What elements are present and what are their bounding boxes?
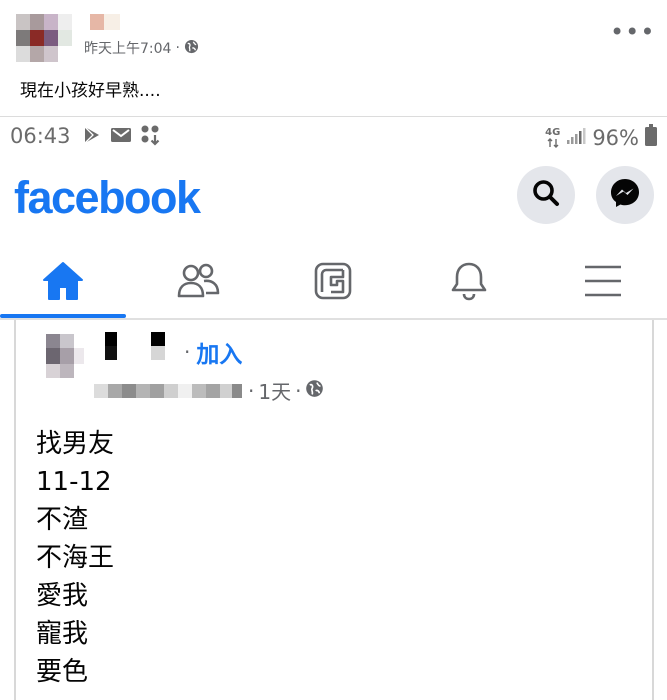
- active-tab-indicator: [0, 314, 126, 318]
- globe-icon: [184, 39, 199, 58]
- network-type: 4G: [545, 127, 560, 148]
- post-line: 要色: [36, 657, 89, 687]
- post-line: 愛我: [36, 581, 89, 611]
- post-text: 現在小孩好早熟....: [20, 81, 161, 101]
- meta-separator: ·: [248, 378, 255, 403]
- post-line: 11-12: [36, 467, 112, 497]
- post-line: 不海王: [36, 543, 115, 573]
- post-line: 寵我: [36, 619, 89, 649]
- post-line: 找男友: [36, 429, 115, 459]
- ellipsis-icon[interactable]: •••: [610, 20, 655, 44]
- post-meta: · 1天 ·: [94, 376, 324, 405]
- globe-icon: [305, 379, 324, 403]
- avatar[interactable]: [16, 14, 76, 62]
- meta-separator: ·: [184, 340, 191, 364]
- screenshot-top-border: [0, 116, 667, 117]
- tab-watch[interactable]: [270, 250, 396, 316]
- play-store-icon: [82, 125, 102, 149]
- post-body: 找男友 11-12 不渣 不海王 愛我 寵我 要色: [36, 425, 114, 691]
- meta-separator: ·: [295, 378, 302, 403]
- status-time: 06:43: [10, 124, 71, 148]
- messenger-icon: [609, 177, 641, 213]
- post-meta: 昨天上午7:04 ·: [84, 38, 199, 58]
- tab-menu[interactable]: [540, 250, 666, 316]
- hamburger-icon: [583, 264, 623, 302]
- signal-icon: [566, 126, 586, 150]
- post-time[interactable]: 1天: [258, 376, 291, 405]
- tab-home[interactable]: [0, 250, 126, 316]
- gmail-icon: [110, 126, 132, 148]
- facebook-logo[interactable]: facebook: [14, 172, 201, 224]
- messenger-button[interactable]: [596, 166, 654, 224]
- bell-icon: [449, 260, 489, 306]
- search-icon: [531, 178, 561, 212]
- meta-separator: ·: [175, 40, 180, 56]
- post-time[interactable]: 昨天上午7:04: [84, 38, 171, 58]
- tab-friends[interactable]: [136, 250, 262, 316]
- post-line: 不渣: [36, 505, 89, 535]
- apps-download-icon: [140, 124, 162, 150]
- status-notification-icons: [82, 124, 162, 150]
- group-name-blurred[interactable]: [94, 383, 244, 398]
- battery-percent: 96%: [592, 125, 639, 150]
- join-button[interactable]: 加入: [196, 335, 242, 369]
- avatar[interactable]: [46, 334, 86, 378]
- tab-notifications[interactable]: [406, 250, 532, 316]
- status-right: 4G 96%: [545, 124, 657, 151]
- search-button[interactable]: [517, 166, 575, 224]
- main-nav: [0, 250, 667, 320]
- join-group[interactable]: · 加入: [184, 335, 242, 369]
- friends-icon: [176, 261, 222, 305]
- author-name-blurred[interactable]: [90, 14, 122, 30]
- home-icon: [41, 260, 85, 306]
- battery-icon: [645, 124, 657, 151]
- watch-icon: [313, 261, 353, 305]
- author-name-blurred[interactable]: [105, 332, 185, 362]
